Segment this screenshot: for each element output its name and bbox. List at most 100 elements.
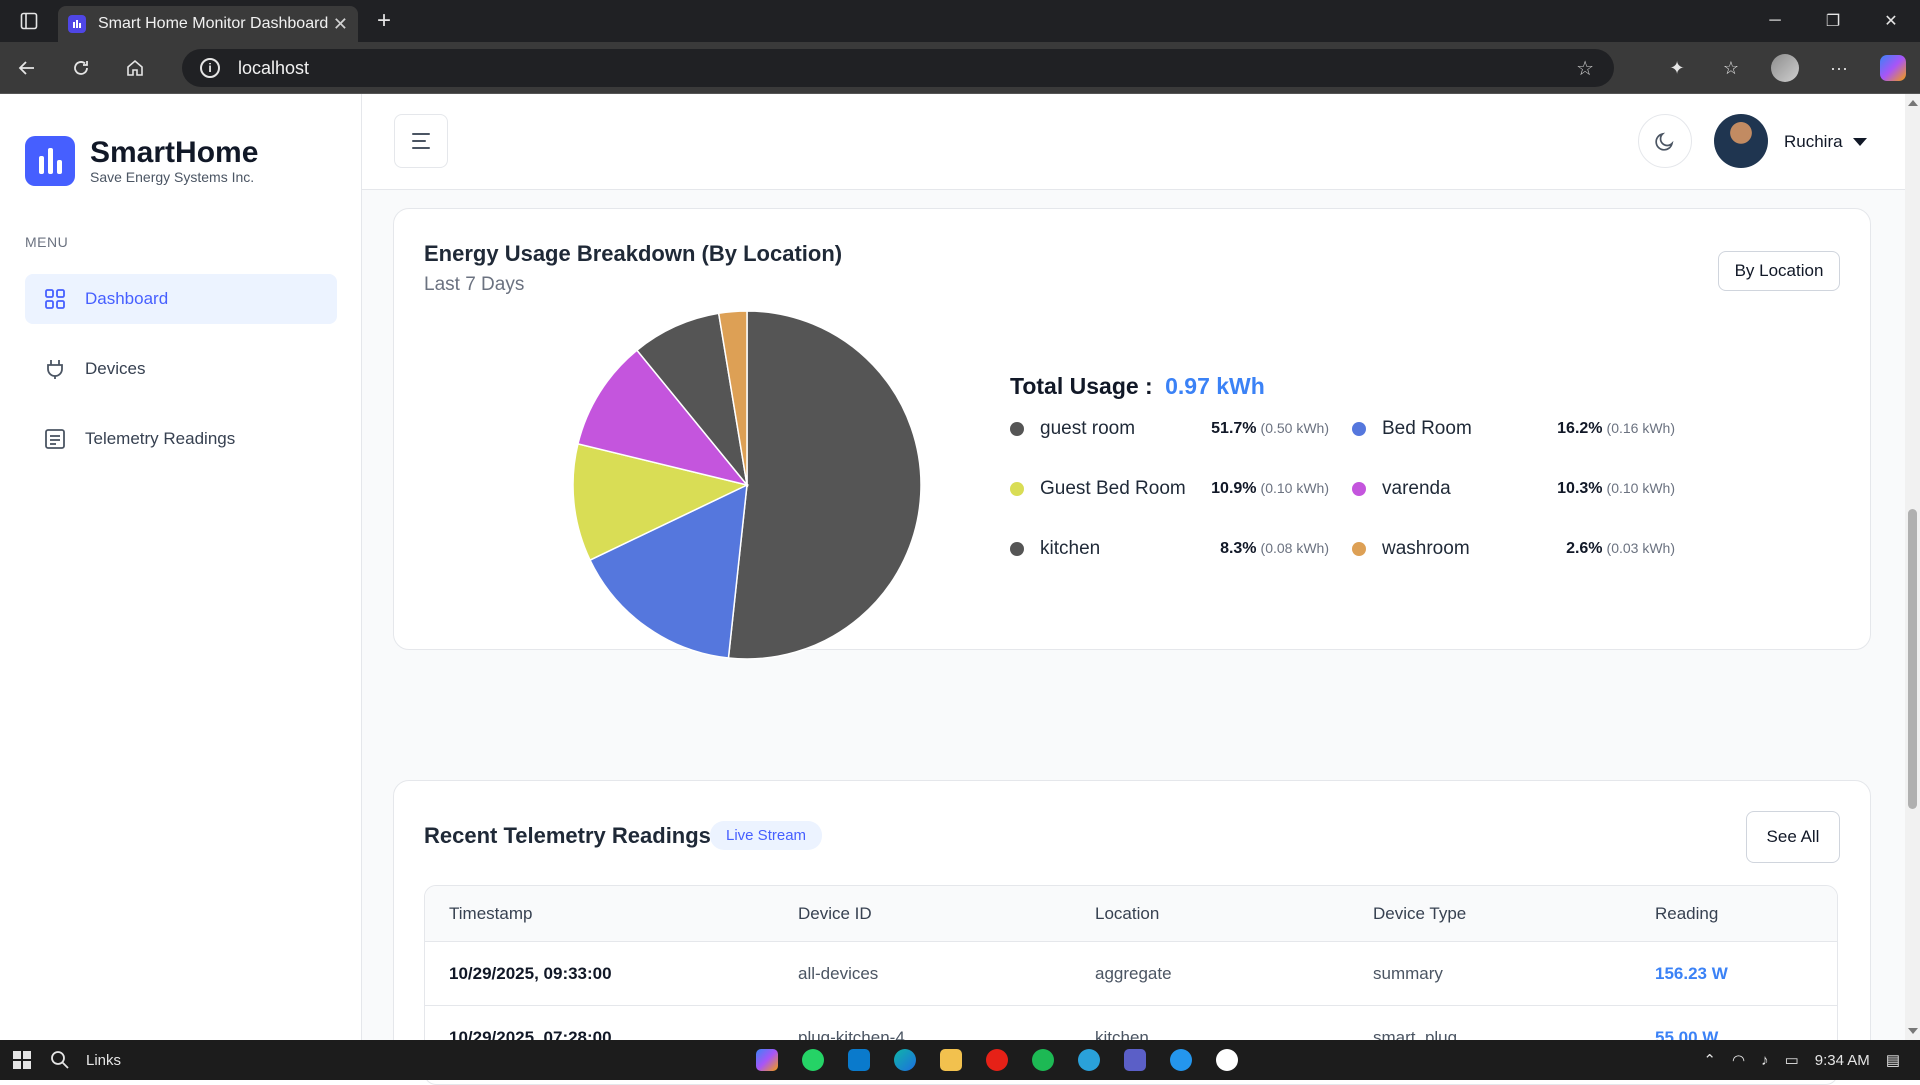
see-all-button[interactable]: See All — [1746, 811, 1840, 863]
address-bar[interactable]: i localhost ☆ — [182, 49, 1614, 87]
legend-percent: 8.3% — [1220, 540, 1257, 557]
browser-tab[interactable]: Smart Home Monitor Dashboard ✕ — [58, 6, 358, 42]
vscode-app-icon[interactable] — [836, 1040, 882, 1080]
brand[interactable]: SmartHome Save Energy Systems Inc. — [25, 136, 258, 186]
window-controls: ─ ❐ ✕ — [1746, 0, 1920, 42]
legend-value: 10.9% (0.10 kWh) — [1129, 480, 1329, 498]
profile-icon[interactable] — [1758, 42, 1812, 94]
brand-subtitle: Save Energy Systems Inc. — [90, 169, 255, 185]
more-options-icon[interactable]: ··· — [1812, 42, 1866, 94]
brand-name: SmartHome — [90, 136, 259, 169]
cell-device-id: all-devices — [798, 964, 879, 983]
legend-dot — [1010, 422, 1024, 436]
pie-chart — [572, 310, 922, 660]
spotify-app-icon[interactable] — [1020, 1040, 1066, 1080]
legend-item[interactable]: Bed Room — [1352, 418, 1472, 440]
cell-timestamp: 10/29/2025, 09:33:00 — [449, 964, 612, 983]
telemetry-card-title: Recent Telemetry Readings — [424, 823, 711, 848]
close-tab-icon[interactable]: ✕ — [333, 14, 348, 35]
column-header: Location — [1095, 904, 1160, 923]
site-info-icon[interactable]: i — [200, 58, 220, 78]
legend-value: 51.7% (0.50 kWh) — [1129, 420, 1329, 438]
copilot-app-icon[interactable] — [744, 1040, 790, 1080]
home-icon[interactable] — [108, 42, 162, 94]
sidebar-item-dashboard[interactable]: Dashboard — [25, 274, 337, 324]
legend-percent: 16.2% — [1557, 420, 1603, 437]
new-tab-icon[interactable]: + — [364, 0, 404, 42]
taskbar-search[interactable]: Links — [50, 1050, 121, 1070]
user-menu[interactable]: Ruchira — [1784, 132, 1867, 152]
favorites-icon[interactable]: ☆ — [1704, 42, 1758, 94]
by-location-button[interactable]: By Location — [1718, 251, 1840, 291]
browser-toolbar: i localhost ☆ ✦ ☆ ··· — [0, 42, 1920, 94]
legend-item[interactable]: varenda — [1352, 478, 1451, 500]
menu-toggle-button[interactable] — [394, 114, 448, 168]
sidebar-item-devices[interactable]: Devices — [25, 344, 337, 394]
legend-label: varenda — [1382, 478, 1451, 499]
edge-app-icon[interactable] — [882, 1040, 928, 1080]
user-name: Ruchira — [1784, 132, 1843, 151]
telegram-app-icon[interactable] — [1066, 1040, 1112, 1080]
dark-mode-toggle-button[interactable] — [1638, 114, 1692, 168]
legend-value: 10.3% (0.10 kWh) — [1475, 480, 1675, 498]
chevron-up-icon[interactable]: ⌃ — [1703, 1051, 1716, 1069]
user-avatar[interactable] — [1714, 114, 1768, 168]
sidebar-item-label: Telemetry Readings — [85, 429, 236, 448]
list-icon — [43, 427, 67, 451]
clock[interactable]: 9:34 AM — [1815, 1052, 1870, 1069]
plug-icon — [43, 357, 67, 381]
legend-kwh: (0.10 kWh) — [1260, 480, 1329, 496]
cell-reading: 156.23 W — [1655, 964, 1728, 983]
youtube-app-icon[interactable] — [974, 1040, 1020, 1080]
tab-actions-icon[interactable] — [0, 0, 58, 42]
close-window-icon[interactable]: ✕ — [1862, 0, 1920, 42]
grid-icon — [43, 287, 67, 311]
smarthome-logo-icon — [25, 136, 75, 186]
url-text: localhost — [238, 57, 310, 78]
legend-kwh: (0.50 kWh) — [1260, 420, 1329, 436]
legend-dot — [1352, 482, 1366, 496]
whatsapp-app-icon[interactable] — [790, 1040, 836, 1080]
energy-breakdown-card: Energy Usage Breakdown (By Location) Las… — [393, 208, 1871, 660]
legend-item[interactable]: kitchen — [1010, 538, 1100, 560]
app-icon[interactable] — [1204, 1040, 1250, 1080]
refresh-icon[interactable] — [54, 42, 108, 94]
teams-app-icon[interactable] — [1112, 1040, 1158, 1080]
legend-value: 16.2% (0.16 kWh) — [1475, 420, 1675, 438]
total-usage-label: Total Usage : — [1010, 373, 1153, 399]
scroll-down-icon[interactable] — [1908, 1028, 1918, 1034]
sidebar-item-telemetry-readings[interactable]: Telemetry Readings — [25, 414, 337, 464]
legend-dot — [1352, 422, 1366, 436]
sidebar: SmartHome Save Energy Systems Inc. MENU … — [0, 94, 362, 1040]
chevron-down-icon — [1852, 138, 1867, 146]
scroll-up-icon[interactable] — [1908, 100, 1918, 106]
notifications-icon[interactable]: ▤ — [1886, 1051, 1900, 1069]
volume-icon[interactable]: ♪ — [1761, 1052, 1769, 1069]
tab-title: Smart Home Monitor Dashboard — [98, 15, 329, 32]
table-row[interactable]: 10/29/2025, 09:33:00 all-devices aggrega… — [425, 942, 1837, 1006]
page-scrollbar[interactable] — [1905, 94, 1920, 1040]
sidebar-item-label: Devices — [85, 359, 146, 378]
legend-kwh: (0.16 kWh) — [1606, 420, 1675, 436]
top-header: Ruchira — [362, 94, 1920, 190]
restore-icon[interactable]: ❐ — [1804, 0, 1862, 42]
back-icon[interactable] — [0, 42, 54, 94]
scroll-thumb[interactable] — [1908, 509, 1917, 809]
legend-dot — [1352, 542, 1366, 556]
legend-item[interactable]: washroom — [1352, 538, 1470, 560]
pie-slice-guest-room[interactable] — [727, 310, 922, 660]
wifi-icon[interactable]: ◠ — [1732, 1051, 1745, 1069]
favorite-star-icon[interactable]: ☆ — [1576, 56, 1594, 81]
docker-app-icon[interactable] — [1158, 1040, 1204, 1080]
column-header: Reading — [1655, 904, 1719, 923]
extensions-icon[interactable]: ✦ — [1650, 42, 1704, 94]
file-explorer-app-icon[interactable] — [928, 1040, 974, 1080]
legend-item[interactable]: guest room — [1010, 418, 1135, 440]
minimize-icon[interactable]: ─ — [1746, 0, 1804, 42]
legend-label: washroom — [1382, 538, 1470, 559]
legend-label: kitchen — [1040, 538, 1101, 559]
copilot-icon[interactable] — [1880, 55, 1906, 81]
windows-start-icon[interactable] — [0, 1040, 44, 1080]
browser-right-tools: ✦ ☆ ··· — [1650, 42, 1920, 94]
battery-icon[interactable]: ▭ — [1785, 1051, 1799, 1069]
